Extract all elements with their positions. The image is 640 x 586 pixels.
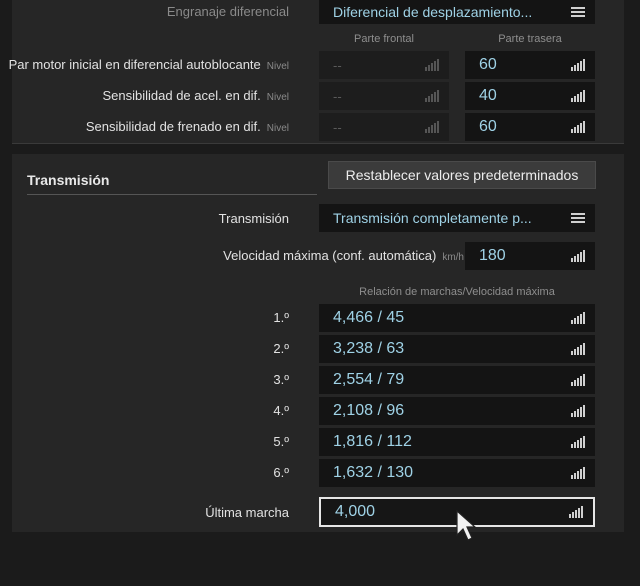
gear-5-label: 5.º: [273, 434, 289, 449]
max-speed-label: Velocidad máxima (conf. automática) km/h: [223, 248, 464, 263]
lsd-accel-sensitivity-rear-field[interactable]: 40: [465, 82, 595, 110]
gear-4-label: 4.º: [273, 403, 289, 418]
menu-icon: [571, 213, 585, 223]
differential-panel: Engranaje diferencial Diferencial de des…: [8, 0, 624, 144]
gear-6-label: 6.º: [273, 465, 289, 480]
lsd-accel-sensitivity-label: Sensibilidad de acel. en dif. Nivel: [102, 88, 289, 103]
gear-2-label: 2.º: [273, 341, 289, 356]
signal-bars-icon: [571, 343, 585, 355]
signal-bars-icon: [571, 90, 585, 102]
lsd-braking-sensitivity-front-field: --: [319, 113, 449, 141]
lsd-initial-torque-rear-field[interactable]: 60: [465, 51, 595, 79]
signal-bars-icon: [571, 405, 585, 417]
lsd-accel-sensitivity-front-field: --: [319, 82, 449, 110]
reset-defaults-button[interactable]: Restablecer valores predeterminados: [328, 161, 596, 189]
signal-bars-icon: [425, 59, 439, 71]
gear-2-field[interactable]: 3,238 / 63: [319, 335, 595, 363]
signal-bars-icon: [569, 506, 583, 518]
gear-5-field[interactable]: 1,816 / 112: [319, 428, 595, 456]
signal-bars-icon: [571, 59, 585, 71]
final-gear-label: Última marcha: [205, 505, 289, 520]
differential-gear-label: Engranaje diferencial: [166, 4, 289, 19]
gear-3-field[interactable]: 2,554 / 79: [319, 366, 595, 394]
signal-bars-icon: [571, 250, 585, 262]
signal-bars-icon: [425, 90, 439, 102]
differential-gear-value: Diferencial de desplazamiento...: [333, 4, 533, 20]
max-speed-field[interactable]: 180: [465, 242, 595, 270]
column-header-front: Parte frontal: [354, 33, 414, 45]
gear-6-field[interactable]: 1,632 / 130: [319, 459, 595, 487]
transmission-type-select[interactable]: Transmisión completamente p...: [319, 204, 595, 232]
gear-1-label: 1.º: [273, 310, 289, 325]
menu-icon: [571, 7, 585, 17]
gear-ratio-header: Relación de marchas/Velocidad máxima: [359, 286, 555, 298]
lsd-braking-sensitivity-rear-field[interactable]: 60: [465, 113, 595, 141]
lsd-initial-torque-label: Par motor inicial en diferencial autoblo…: [8, 57, 289, 72]
signal-bars-icon: [571, 467, 585, 479]
section-divider: [27, 194, 317, 195]
signal-bars-icon: [571, 121, 585, 133]
gear-3-label: 3.º: [273, 372, 289, 387]
signal-bars-icon: [425, 121, 439, 133]
transmission-type-value: Transmisión completamente p...: [333, 210, 532, 226]
transmission-panel: Transmisión Restablecer valores predeter…: [12, 154, 624, 532]
signal-bars-icon: [571, 312, 585, 324]
transmission-section-title: Transmisión: [27, 172, 110, 188]
column-header-rear: Parte trasera: [498, 33, 562, 45]
lsd-braking-sensitivity-label: Sensibilidad de frenado en dif. Nivel: [85, 119, 289, 134]
differential-gear-select[interactable]: Diferencial de desplazamiento...: [319, 0, 595, 24]
signal-bars-icon: [571, 374, 585, 386]
mouse-pointer-icon: [456, 509, 477, 541]
gear-4-field[interactable]: 2,108 / 96: [319, 397, 595, 425]
lsd-initial-torque-front-field: --: [319, 51, 449, 79]
signal-bars-icon: [571, 436, 585, 448]
transmission-type-label: Transmisión: [218, 211, 289, 226]
gear-1-field[interactable]: 4,466 / 45: [319, 304, 595, 332]
